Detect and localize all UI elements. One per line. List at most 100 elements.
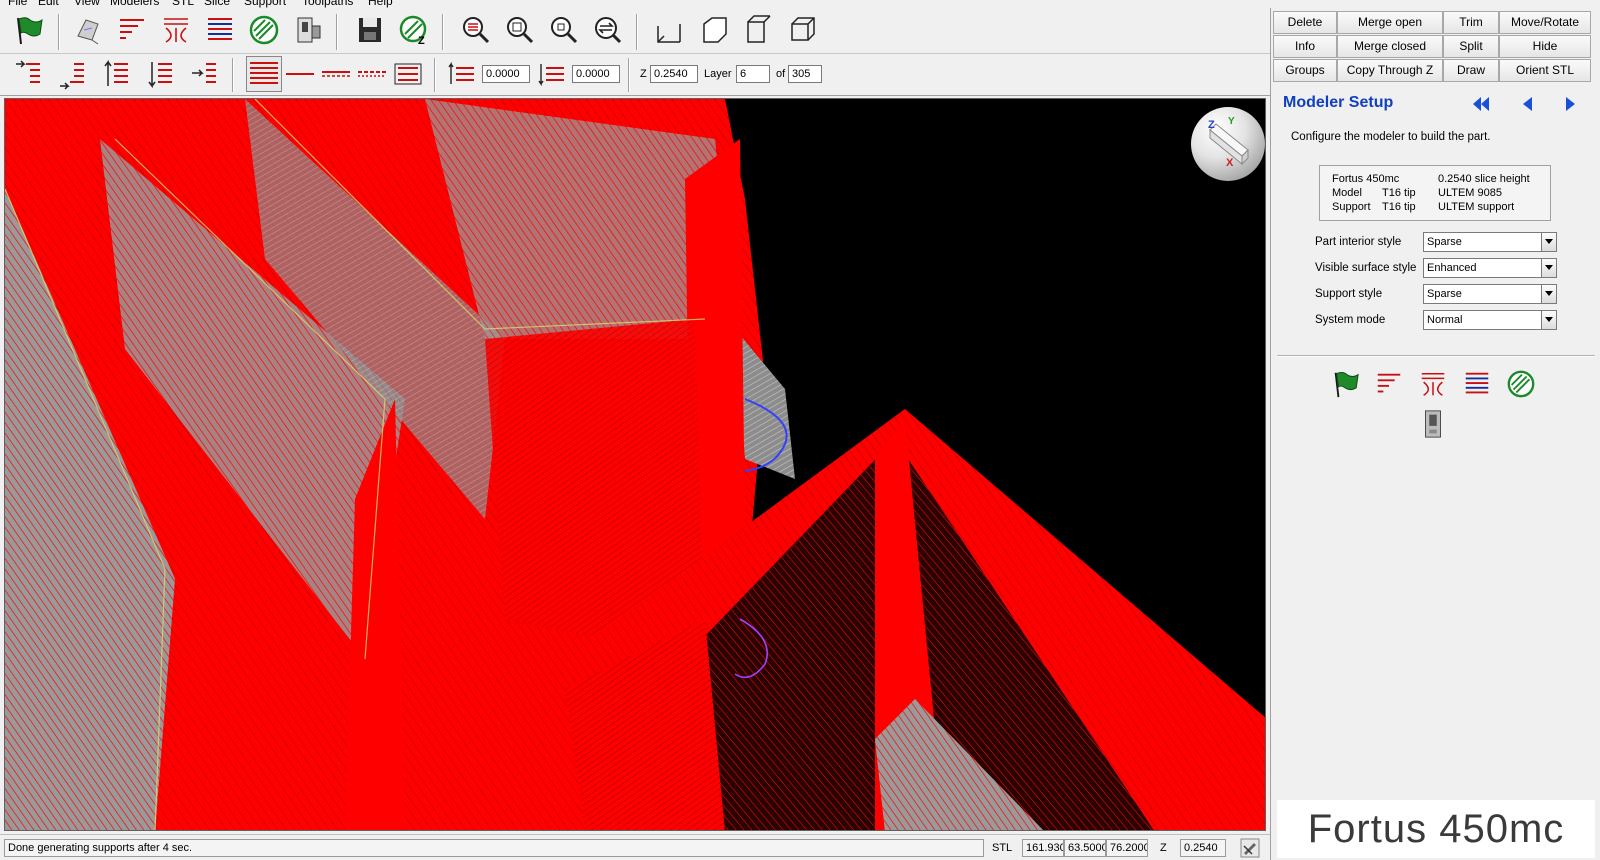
menu-bar: File Edit View Modelers STL Slice Suppor… [0, 0, 1270, 8]
chevron-down-icon[interactable] [1541, 284, 1557, 304]
sparse-fill-icon[interactable] [246, 12, 282, 48]
z-height-input[interactable]: 0.2540 [650, 65, 698, 83]
save-icon[interactable] [352, 12, 388, 48]
chevron-down-icon[interactable] [1541, 232, 1557, 252]
menu-toolpaths[interactable]: Toolpaths [302, 0, 353, 8]
visible-surface-style-label: Visible surface style [1315, 262, 1417, 274]
zoom-in-icon[interactable] [458, 12, 494, 48]
axis-triad-icon: Z Y X [1208, 116, 1249, 169]
layer-up-icon[interactable] [98, 56, 134, 92]
offset-bottom-icon[interactable] [534, 56, 570, 92]
trim-button[interactable]: Trim [1443, 11, 1499, 34]
zoom-fit-icon[interactable] [502, 12, 538, 48]
draw-button[interactable]: Draw [1443, 59, 1499, 82]
all-layers-icon[interactable] [246, 56, 282, 92]
slice-icon[interactable] [1371, 366, 1407, 402]
orient-stl-button[interactable]: Orient STL [1499, 59, 1591, 82]
snap-icon[interactable] [1240, 838, 1260, 858]
stl-label: STL [992, 842, 1013, 854]
toolbar-separator [636, 14, 638, 50]
dashed-layer-icon[interactable] [318, 56, 354, 92]
menu-stl[interactable]: STL [172, 0, 194, 8]
menu-slice[interactable]: Slice [204, 0, 230, 8]
status-bar: Done generating supports after 4 sec. ST… [0, 834, 1270, 860]
view-side-icon[interactable] [696, 12, 732, 48]
toolpath-scene [5, 99, 1265, 830]
status-message: Done generating supports after 4 sec. [4, 839, 984, 857]
part-interior-style-select[interactable]: Sparse [1423, 232, 1557, 252]
framed-layers-icon[interactable] [390, 56, 426, 92]
layer-down-icon[interactable] [142, 56, 178, 92]
svg-text:Z: Z [418, 35, 425, 46]
menu-view[interactable]: View [74, 0, 100, 8]
visible-surface-style-value: Enhanced [1427, 262, 1477, 274]
slice-icon[interactable] [114, 12, 150, 48]
support-icon[interactable] [1415, 366, 1451, 402]
system-mode-select[interactable]: Normal [1423, 310, 1557, 330]
support-icon[interactable] [158, 12, 194, 48]
green-flag-icon[interactable] [10, 12, 46, 48]
groups-button[interactable]: Groups [1273, 59, 1337, 82]
of-label: of [776, 68, 786, 80]
support-label: Support [1332, 201, 1371, 213]
model-material: ULTEM 9085 [1438, 187, 1502, 199]
3d-viewport[interactable]: Z Y X [4, 98, 1266, 831]
modeler-name: Fortus 450mc [1332, 173, 1400, 185]
fill-z-icon[interactable]: Z [396, 12, 432, 48]
hide-button[interactable]: Hide [1499, 35, 1591, 58]
rotate-view-icon[interactable] [590, 12, 626, 48]
visible-surface-style-select[interactable]: Enhanced [1423, 258, 1557, 278]
toolbar-separator [58, 14, 60, 50]
layer-goto-icon[interactable] [186, 56, 222, 92]
menu-file[interactable]: File [8, 0, 27, 8]
support-style-select[interactable]: Sparse [1423, 284, 1557, 304]
toolbar-separator [232, 58, 234, 92]
menu-help[interactable]: Help [368, 0, 393, 8]
view-iso-icon[interactable] [784, 12, 820, 48]
import-icon[interactable] [70, 12, 106, 48]
modeler-icon[interactable] [290, 12, 326, 48]
delete-button[interactable]: Delete [1273, 11, 1337, 34]
offset-top-icon[interactable] [444, 56, 480, 92]
brand-logo: Fortus 450mc [1277, 800, 1595, 858]
modeler-icon[interactable] [1415, 406, 1451, 442]
layer-toolbar: 0.0000 0.0000 Z 0.2540 Layer 6 of 305 [0, 54, 1270, 96]
toolpath-icon[interactable] [202, 12, 238, 48]
menu-support[interactable]: Support [244, 0, 286, 8]
zoom-out-icon[interactable] [546, 12, 582, 48]
split-button[interactable]: Split [1443, 35, 1499, 58]
layer-top-icon[interactable] [10, 56, 46, 92]
chevron-down-icon[interactable] [1541, 258, 1557, 278]
dotted-layer-icon[interactable] [354, 56, 390, 92]
first-step-icon[interactable] [1469, 92, 1493, 116]
layer-label: Layer [704, 68, 732, 80]
move-rotate-button[interactable]: Move/Rotate [1499, 11, 1591, 34]
next-step-icon[interactable] [1559, 92, 1583, 116]
view-front-icon[interactable] [652, 12, 688, 48]
layer-input[interactable]: 6 [736, 65, 770, 83]
panel-divider [1277, 355, 1595, 357]
single-layer-icon[interactable] [282, 56, 318, 92]
offset-top-input[interactable]: 0.0000 [482, 65, 530, 83]
z-field: 0.2540 [1180, 839, 1226, 857]
support-style-label: Support style [1315, 288, 1383, 300]
green-flag-icon[interactable] [1327, 366, 1363, 402]
toolpath-icon[interactable] [1459, 366, 1495, 402]
info-button[interactable]: Info [1273, 35, 1337, 58]
merge-closed-button[interactable]: Merge closed [1337, 35, 1443, 58]
sparse-fill-icon[interactable] [1503, 366, 1539, 402]
panel-description: Configure the modeler to build the part. [1291, 131, 1491, 143]
layer-total: 305 [788, 65, 822, 83]
menu-edit[interactable]: Edit [38, 0, 59, 8]
layer-bottom-icon[interactable] [54, 56, 90, 92]
offset-bottom-input[interactable]: 0.0000 [572, 65, 620, 83]
orientation-ball[interactable]: Z Y X [1191, 107, 1265, 181]
merge-open-button[interactable]: Merge open [1337, 11, 1443, 34]
previous-step-icon[interactable] [1515, 92, 1539, 116]
svg-text:X: X [1226, 157, 1234, 169]
view-top-icon[interactable] [740, 12, 776, 48]
toolbar-separator [434, 58, 436, 92]
chevron-down-icon[interactable] [1541, 310, 1557, 330]
copy-through-z-button[interactable]: Copy Through Z [1337, 59, 1443, 82]
menu-modelers[interactable]: Modelers [110, 0, 159, 8]
